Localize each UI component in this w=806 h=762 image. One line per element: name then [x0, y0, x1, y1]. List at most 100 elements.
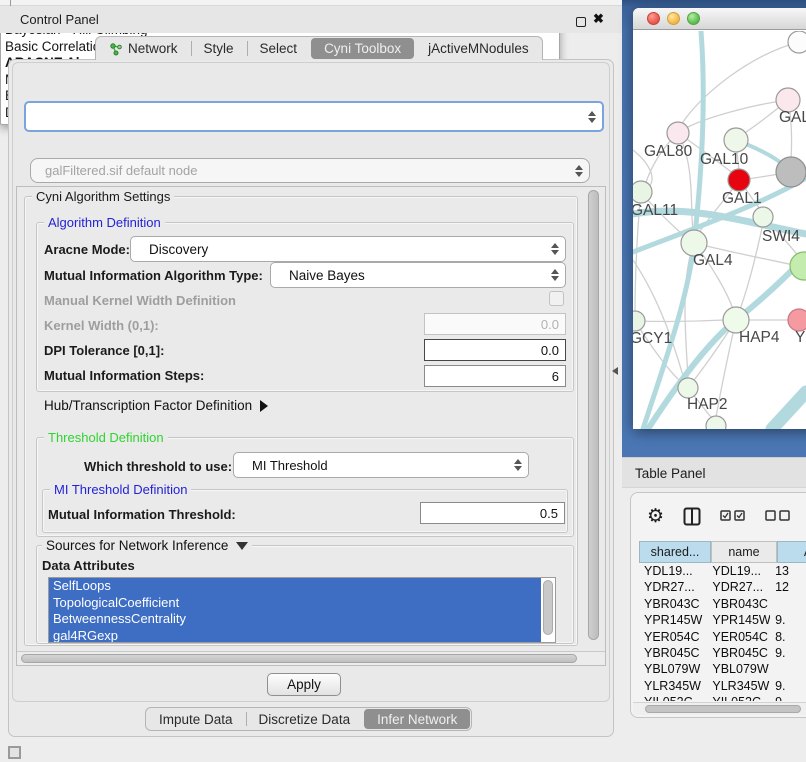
network-source-value: galFiltered.sif default node — [45, 163, 197, 178]
aracne-mode-value: Discovery — [149, 242, 208, 257]
attribute-item-betweennesscentrality[interactable]: BetweennessCentrality — [49, 611, 541, 628]
network-node-hap2[interactable] — [678, 378, 698, 398]
tab-label: Network — [128, 41, 178, 56]
float-panel-icon[interactable] — [576, 17, 586, 27]
attribute-item-gal4rgexp[interactable]: gal4RGexp — [49, 628, 541, 644]
network-node-gal1[interactable] — [728, 169, 750, 191]
network-node-label: GAL10 — [700, 151, 749, 168]
apply-button[interactable]: Apply — [267, 673, 341, 696]
table-panel-body: ⚙ shared...nameA YDL19...YDL19...13YDR27… — [630, 492, 806, 718]
horizontal-scrollbar[interactable] — [21, 654, 577, 663]
collapse-arrow-icon — [236, 542, 248, 550]
table-row[interactable]: YDL19...YDL19...13 — [639, 563, 806, 579]
mi-steps-field[interactable] — [424, 365, 566, 387]
network-window-titlebar[interactable] — [633, 8, 806, 30]
select-all-columns-icon[interactable] — [720, 510, 746, 522]
network-source-combobox[interactable]: galFiltered.sif default node — [30, 158, 590, 183]
table-cell: 9. — [770, 678, 806, 694]
network-node-gcy1[interactable] — [633, 311, 645, 331]
mac-minimize-icon[interactable] — [667, 12, 680, 25]
tab-network[interactable]: Network — [96, 37, 191, 60]
tab-jactivemnodules[interactable]: jActiveMNodules — [415, 37, 542, 60]
network-node-gal11[interactable] — [633, 181, 652, 203]
dock-panel-icon[interactable] — [8, 746, 21, 759]
aracne-mode-combobox[interactable]: Discovery — [130, 236, 566, 262]
spinner-arrows-icon — [551, 269, 559, 281]
network-node-label: HAP2 — [687, 396, 728, 413]
table-cell: YDL19... — [639, 563, 707, 579]
table-cell: 9. — [770, 645, 806, 661]
vertical-scrollbar[interactable] — [588, 190, 599, 640]
network-node[interactable] — [706, 416, 726, 429]
network-node[interactable] — [776, 157, 806, 187]
table-cell: YBL079W — [639, 661, 707, 677]
table-row[interactable]: YLR345WYLR345W9. — [639, 678, 806, 694]
table-cell: YER054C — [639, 629, 707, 645]
attribute-item-selfloops[interactable]: SelfLoops — [49, 578, 541, 595]
table-cell: YLR345W — [707, 678, 770, 694]
table-row[interactable]: YBR043CYBR043C — [639, 596, 806, 612]
list-scrollbar[interactable] — [543, 580, 553, 635]
network-node-swi4[interactable] — [753, 207, 773, 227]
table-hscrollbar[interactable] — [645, 705, 801, 713]
table-row[interactable]: YER054CYER054C8. — [639, 629, 806, 645]
table-cell: 13 — [770, 563, 806, 579]
splitter-handle-icon[interactable] — [611, 366, 619, 376]
spinner-arrows-icon — [575, 165, 583, 177]
tab-discretize-data[interactable]: Discretize Data — [246, 708, 364, 730]
table-row[interactable]: YDR27...YDR27...12 — [639, 579, 806, 595]
inference-algorithm-combobox[interactable] — [24, 101, 604, 132]
network-node-gal10[interactable] — [724, 128, 748, 152]
network-node-label: HAP4 — [739, 329, 780, 346]
attribute-item-topologicalcoefficient[interactable]: TopologicalCoefficient — [49, 595, 541, 612]
tab-style[interactable]: Style — [191, 37, 247, 60]
table-cell: 9. — [770, 612, 806, 628]
dpi-tolerance-field[interactable] — [424, 339, 566, 361]
table-row[interactable]: YBR045CYBR045C9. — [639, 645, 806, 661]
network-node[interactable] — [788, 31, 806, 53]
gear-icon[interactable]: ⚙ — [647, 507, 664, 526]
network-icon — [109, 42, 123, 56]
network-node-gal80[interactable] — [667, 122, 689, 144]
kernel-width-label: Kernel Width (0,1): — [44, 318, 159, 333]
mi-type-combobox[interactable]: Naive Bayes — [270, 262, 566, 288]
table-hscrollbar-track — [633, 702, 806, 715]
table-row[interactable]: YBL079WYBL079W — [639, 661, 806, 677]
which-threshold-combobox[interactable]: MI Threshold — [233, 452, 529, 478]
mac-close-icon[interactable] — [647, 12, 660, 25]
manual-kernel-checkbox[interactable] — [549, 291, 564, 306]
spinner-arrows-icon — [551, 243, 559, 255]
tab-label: Impute Data — [159, 712, 233, 727]
network-node[interactable] — [790, 252, 806, 280]
sources-toggle[interactable]: Sources for Network Inference — [42, 538, 252, 553]
close-panel-icon[interactable]: ✖ — [593, 11, 604, 27]
cyni-settings-title: Cyni Algorithm Settings — [32, 189, 174, 204]
manual-kernel-label: Manual Kernel Width Definition — [44, 293, 236, 308]
mi-threshold-label: Mutual Information Threshold: — [48, 507, 236, 522]
column-header-shared[interactable]: shared... — [639, 541, 711, 563]
deselect-all-columns-icon[interactable] — [765, 510, 791, 522]
network-canvas[interactable]: GAL8GAL80GAL10GAL1GAL11SWI4GAL4GCY1HAP4Y… — [633, 31, 806, 429]
mi-threshold-field[interactable] — [420, 502, 565, 524]
table-cell: YER054C — [707, 629, 770, 645]
column-header-a[interactable]: A — [777, 541, 806, 563]
spinner-arrows-icon — [514, 459, 522, 471]
table-row[interactable]: YPR145WYPR145W9. — [639, 612, 806, 628]
tab-impute-data[interactable]: Impute Data — [146, 708, 246, 730]
tab-label: Infer Network — [377, 712, 457, 727]
panel-title: Control Panel — [20, 12, 99, 27]
mac-zoom-icon[interactable] — [687, 12, 700, 25]
expand-arrow-icon — [260, 400, 268, 412]
table-cell: YBR045C — [707, 645, 770, 661]
tab-infer-network[interactable]: Infer Network — [364, 709, 470, 729]
hub-definition-toggle[interactable]: Hub/Transcription Factor Definition — [44, 398, 268, 413]
tab-cyni-toolbox[interactable]: Cyni Toolbox — [311, 38, 414, 59]
kernel-width-field[interactable] — [424, 313, 566, 335]
tab-select[interactable]: Select — [247, 37, 311, 60]
network-edge-highlighted[interactable] — [772, 392, 806, 429]
network-node-y[interactable] — [788, 309, 806, 331]
split-view-icon[interactable] — [683, 507, 701, 526]
mi-threshold-title: MI Threshold Definition — [50, 482, 191, 497]
column-header-name[interactable]: name — [711, 541, 777, 563]
table-row[interactable]: YIL052CYIL052C9. — [639, 694, 806, 701]
